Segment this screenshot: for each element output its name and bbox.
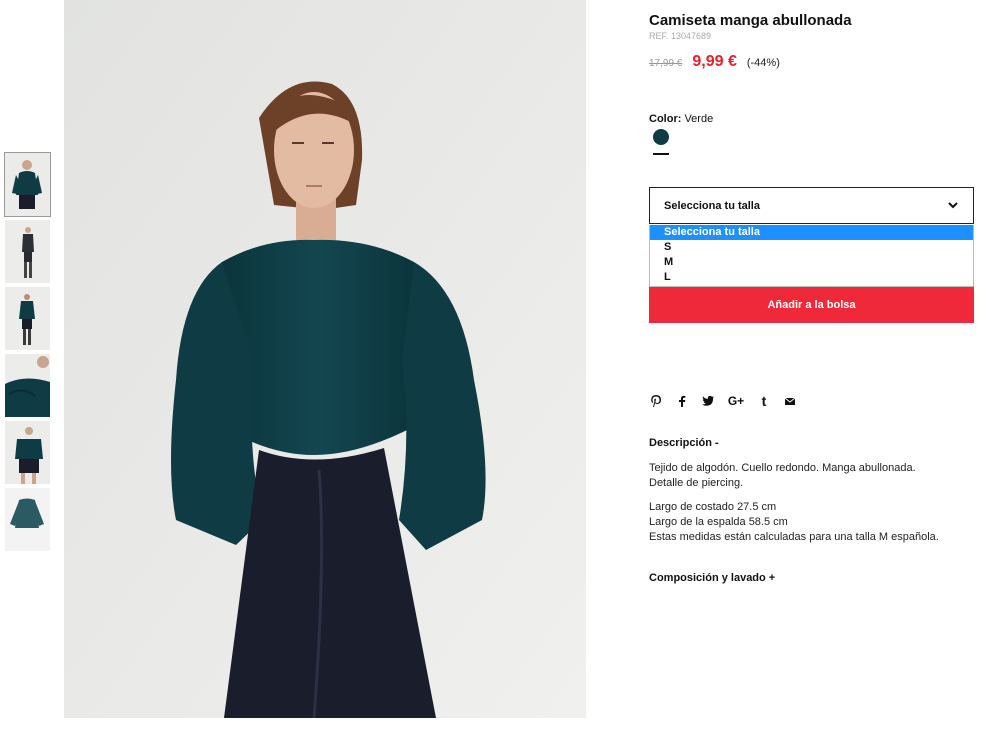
thumbnail-5[interactable] [5,421,50,484]
model-illustration [64,0,586,718]
color-label: Color: [649,113,682,125]
swatch-selected-indicator [653,153,669,155]
size-option-s[interactable]: S [650,240,973,255]
thumbnail-2-image [5,220,50,283]
composition-toggle[interactable]: Composición y lavado + [649,572,775,584]
product-main-image[interactable] [64,0,586,718]
size-option-placeholder[interactable]: Selecciona tu talla [650,225,973,240]
thumbnail-5-image [5,421,50,484]
product-ref: REF. 13047689 [649,31,712,41]
measurement-line: Estas medidas están calculadas para una … [649,531,939,543]
size-select[interactable]: Selecciona tu talla [649,187,974,224]
thumbnail-3[interactable] [5,287,50,350]
size-option-m[interactable]: M [650,255,973,270]
description-text: Tejido de algodón. Cuello redondo. Manga… [649,461,974,554]
discount-badge: (-44%) [746,57,780,69]
old-price: 17,99 € [649,58,683,69]
size-dropdown-list: Selecciona tu talla S M L [649,225,974,287]
price-row: 17,99 € 9,99 € (-44%) [649,53,780,71]
color-swatch-verde[interactable] [653,129,669,145]
thumbnail-1[interactable] [4,152,51,217]
thumbnail-4-image [5,354,50,417]
description-paragraph-2: Largo de costado 27.5 cm Largo de la esp… [649,500,974,545]
sale-price: 9,99 € [692,53,737,70]
color-row: Color: Verde [649,113,713,125]
description-toggle[interactable]: Descripción - [649,437,719,449]
share-icons: G+ t [649,393,809,409]
add-to-bag-button[interactable]: Añadir a la bolsa [649,287,974,323]
chevron-down-icon [948,202,958,209]
color-value: Verde [684,113,714,125]
thumbnail-3-image [5,287,50,350]
tumblr-icon[interactable]: t [757,393,771,409]
thumbnail-2[interactable] [5,220,50,283]
thumbnail-4[interactable] [5,354,50,417]
description-paragraph-1: Tejido de algodón. Cuello redondo. Manga… [649,461,974,491]
facebook-icon[interactable] [675,394,689,408]
thumbnail-1-image [5,153,50,216]
pinterest-icon[interactable] [649,394,663,408]
size-option-l[interactable]: L [650,270,973,285]
thumbnail-gallery [4,152,51,555]
google-plus-icon[interactable]: G+ [727,394,745,408]
thumbnail-6[interactable] [5,488,50,551]
product-title: Camiseta manga abullonada [649,12,852,29]
measurement-line: Largo de costado 27.5 cm [649,501,777,513]
thumbnail-6-image [5,488,50,551]
description-line: Detalle de piercing. [649,477,744,489]
measurement-line: Largo de la espalda 58.5 cm [649,516,788,528]
email-icon[interactable] [783,394,797,408]
size-select-label: Selecciona tu talla [664,199,760,212]
twitter-icon[interactable] [701,394,715,408]
description-line: Tejido de algodón. Cuello redondo. Manga… [649,462,916,474]
